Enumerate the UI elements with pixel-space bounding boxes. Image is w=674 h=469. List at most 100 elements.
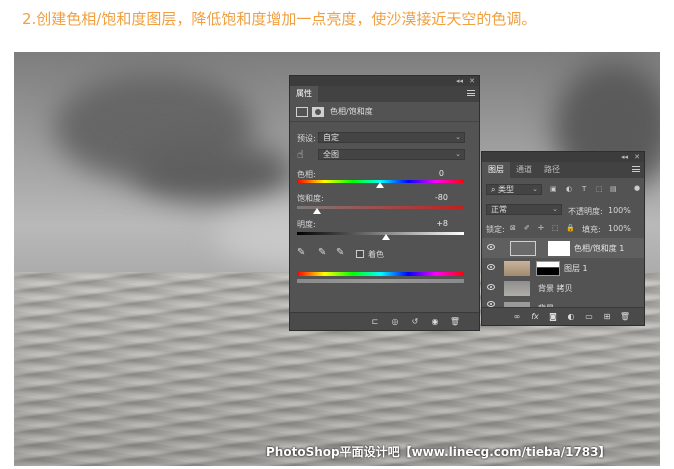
artboard-icon[interactable]: ⬚ — [552, 224, 559, 232]
preset-dropdown[interactable]: 自定 ⌄ — [318, 132, 465, 143]
close-icon[interactable]: ✕ — [469, 76, 475, 86]
fill-value[interactable]: 100% — [608, 224, 631, 233]
lightness-slider-thumb[interactable] — [382, 234, 390, 240]
lock-label: 锁定: — [486, 225, 505, 234]
collapse-icon[interactable]: ◂◂ — [621, 152, 628, 162]
opacity-label: 不透明度: — [568, 207, 603, 216]
view-previous-icon[interactable]: ◎ — [388, 316, 402, 327]
tab-paths[interactable]: 路径 — [538, 162, 566, 178]
add-mask-icon[interactable]: ◙ — [546, 311, 560, 322]
saturation-label: 饱和度: — [297, 194, 324, 203]
eyedropper-plus-icon[interactable]: ✎ — [318, 247, 326, 258]
close-icon[interactable]: ✕ — [634, 152, 640, 162]
fill-label: 填充: — [582, 225, 601, 234]
chevron-down-icon: ⌄ — [552, 205, 558, 213]
properties-panel: ◂◂ ✕ 属性 色相/饱和度 预设: 自定 ⌄ ☝ 全图 ⌄ 色相: 0 饱和度… — [289, 75, 480, 331]
filter-kind-dropdown[interactable]: ⌕ 类型 ⌄ — [486, 184, 542, 195]
trash-icon[interactable]: 🗑 — [448, 316, 462, 327]
collapse-icon[interactable]: ◂◂ — [456, 76, 463, 86]
preset-label: 预设: — [297, 134, 316, 143]
trash-icon[interactable]: 🗑 — [618, 311, 632, 322]
chevron-down-icon: ⌄ — [455, 150, 461, 158]
chevron-down-icon: ⌄ — [455, 133, 461, 141]
visibility-eye-icon[interactable] — [487, 244, 495, 250]
colorize-label: 着色 — [368, 250, 384, 259]
layers-tabrow: 图层 通道 路径 — [482, 162, 644, 178]
blend-mode-dropdown[interactable]: 正常 ⌄ — [486, 204, 562, 215]
layer-name: 色相/饱和度 1 — [574, 244, 625, 253]
reset-icon[interactable]: ↺ — [408, 316, 422, 327]
adjustment-filter-icon[interactable]: ◐ — [566, 185, 572, 193]
layers-panel: ◂◂ ✕ 图层 通道 路径 ⌕ 类型 ⌄ ▣ ◐ T ⬚ ▤ ● 正常 ⌄ 不透… — [481, 151, 645, 326]
search-icon: ⌕ — [491, 185, 499, 194]
layer-row[interactable]: 背景 拷贝 — [482, 278, 644, 298]
smart-object-filter-icon[interactable]: ▤ — [610, 185, 617, 193]
blend-mode-value: 正常 — [491, 205, 507, 214]
range-value: 全图 — [323, 150, 339, 159]
output-color-bar — [297, 279, 464, 283]
link-icon[interactable]: ∞ — [510, 311, 524, 322]
eyedropper-icon[interactable]: ✎ — [297, 247, 305, 258]
filter-kind-value: 类型 — [498, 185, 515, 194]
hand-tool-icon[interactable]: ☝ — [297, 148, 304, 161]
adjustment-layer-icon — [510, 241, 536, 256]
fx-icon[interactable]: fx — [528, 311, 542, 322]
visibility-eye-icon[interactable] — [487, 284, 495, 290]
saturation-slider-track[interactable] — [297, 206, 464, 209]
panel-topbar: ◂◂ ✕ — [482, 152, 644, 162]
panel-menu-icon[interactable] — [467, 90, 475, 96]
hue-slider-thumb[interactable] — [376, 182, 384, 188]
layer-thumbnail — [504, 261, 530, 276]
filter-toggle-icon[interactable]: ● — [634, 184, 640, 192]
layers-bottom-bar: ∞ fx ◙ ◐ ▭ ⊞ 🗑 — [482, 307, 644, 325]
panel-menu-icon[interactable] — [632, 166, 640, 172]
layer-row[interactable]: 色相/饱和度 1 — [482, 238, 644, 258]
eyedropper-minus-icon[interactable]: ✎ — [336, 247, 344, 258]
tab-channels[interactable]: 通道 — [510, 162, 538, 178]
panel-topbar: ◂◂ ✕ — [290, 76, 479, 86]
input-color-bar — [297, 272, 464, 276]
lightness-value[interactable]: +8 — [418, 219, 448, 228]
layer-mask-icon[interactable] — [312, 106, 324, 117]
adjustment-header: 色相/饱和度 — [290, 102, 479, 122]
pixel-filter-icon[interactable]: ▣ — [550, 185, 557, 193]
hue-label: 色相: — [297, 170, 316, 179]
page-heading: 2.创建色相/饱和度图层，降低饱和度增加一点亮度，使沙漠接近天空的色调。 — [22, 10, 537, 28]
tab-properties[interactable]: 属性 — [290, 86, 318, 102]
tab-layers[interactable]: 图层 — [482, 162, 510, 178]
hue-value[interactable]: 0 — [414, 169, 444, 178]
visibility-eye-icon[interactable] — [487, 264, 495, 270]
opacity-value[interactable]: 100% — [608, 206, 631, 215]
range-dropdown[interactable]: 全图 ⌄ — [318, 149, 465, 160]
layer-name: 背景 拷贝 — [538, 284, 573, 293]
mask-thumbnail — [536, 261, 560, 276]
preset-value: 自定 — [323, 133, 339, 142]
new-group-icon[interactable]: ▭ — [582, 311, 596, 322]
clip-to-layer-icon[interactable]: ⊏ — [368, 316, 382, 327]
colorize-checkbox[interactable] — [356, 250, 364, 258]
watermark-text: PhotoShop平面设计吧【www.linecg.com/tieba/1783… — [266, 445, 611, 459]
layer-row[interactable]: 图层 1 — [482, 258, 644, 278]
new-adjustment-icon[interactable]: ◐ — [564, 311, 578, 322]
properties-bottom-bar: ⊏ ◎ ↺ ◉ 🗑 — [290, 312, 479, 330]
properties-tabrow: 属性 — [290, 86, 479, 102]
layer-thumbnail — [504, 281, 530, 296]
adjustment-layer-icon[interactable] — [296, 106, 308, 117]
lock-position-icon[interactable]: ✛ — [538, 224, 544, 232]
mask-thumbnail — [548, 241, 570, 256]
lock-image-icon[interactable]: ✐ — [524, 224, 530, 232]
chevron-down-icon: ⌄ — [532, 185, 538, 193]
visibility-eye-icon[interactable]: ◉ — [428, 316, 442, 327]
lock-all-icon[interactable]: 🔒 — [566, 224, 575, 232]
new-layer-icon[interactable]: ⊞ — [600, 311, 614, 322]
shape-filter-icon[interactable]: ⬚ — [596, 185, 603, 193]
lock-transparent-icon[interactable]: ⊠ — [510, 224, 516, 232]
adjustment-name: 色相/饱和度 — [330, 107, 373, 116]
type-filter-icon[interactable]: T — [582, 185, 586, 193]
saturation-slider-thumb[interactable] — [313, 208, 321, 214]
lightness-label: 明度: — [297, 220, 316, 229]
saturation-value[interactable]: -80 — [418, 193, 448, 202]
lightness-slider-track[interactable] — [297, 232, 464, 235]
layer-name: 图层 1 — [564, 264, 588, 273]
cloud-shape — [134, 142, 294, 202]
